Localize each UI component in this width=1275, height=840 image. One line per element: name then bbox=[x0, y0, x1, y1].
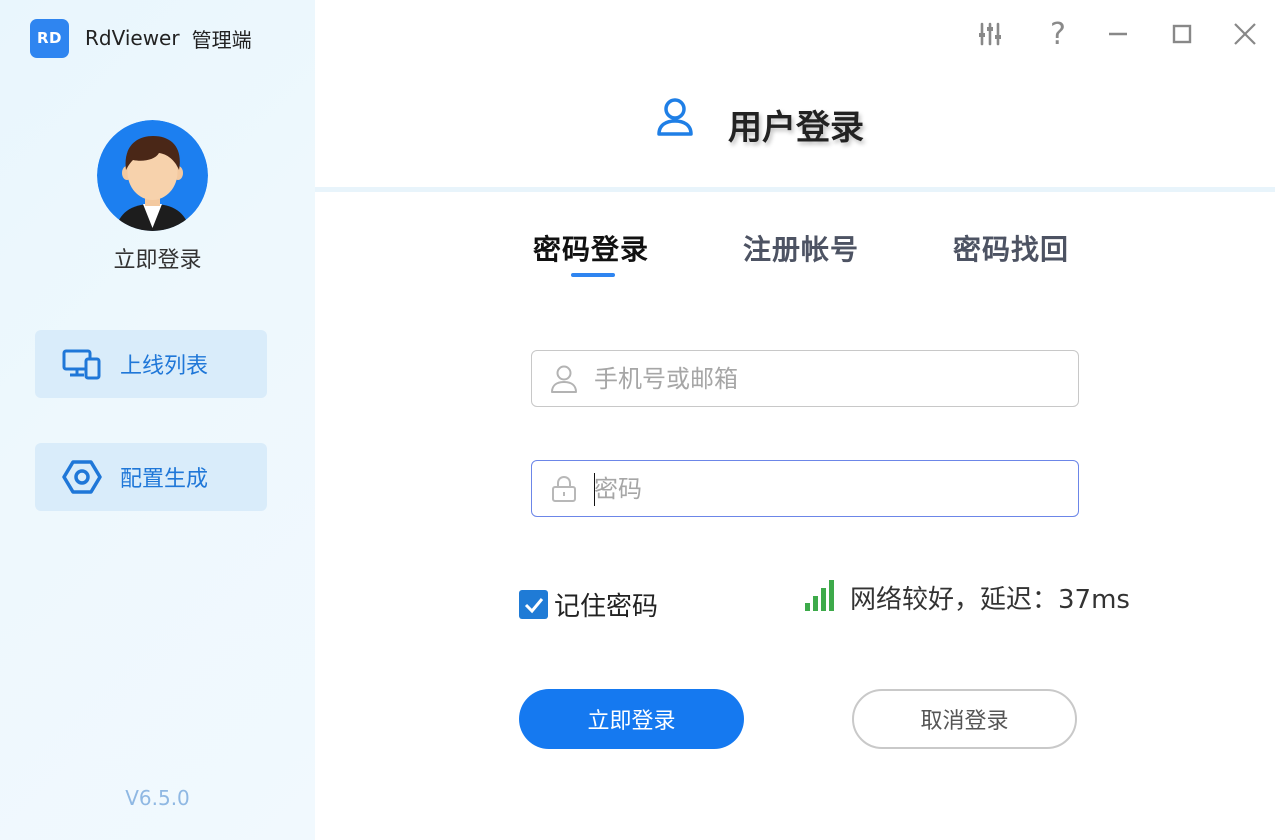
user-icon bbox=[655, 97, 695, 141]
maximize-icon[interactable] bbox=[1162, 14, 1202, 54]
network-status: 网络较好，延迟：37ms bbox=[804, 578, 1130, 616]
active-tab-indicator bbox=[571, 273, 615, 277]
sidebar-item-online-list[interactable]: 上线列表 bbox=[35, 330, 267, 398]
avatar[interactable] bbox=[97, 120, 208, 231]
sidebar-item-config-generate[interactable]: 配置生成 bbox=[35, 443, 267, 511]
app-logo: RD bbox=[30, 18, 69, 58]
version-label: V6.5.0 bbox=[125, 786, 190, 810]
user-outline-icon bbox=[548, 363, 580, 395]
sidebar: RD RdViewer 管理端 立即登录 上线列表 配置生成 V6.5.0 bbox=[0, 0, 315, 840]
help-icon[interactable]: ? bbox=[1038, 14, 1078, 54]
password-field[interactable] bbox=[531, 460, 1079, 517]
tab-password-recovery[interactable]: 密码找回 bbox=[953, 228, 1069, 268]
text-caret bbox=[594, 473, 595, 506]
devices-icon bbox=[61, 346, 103, 382]
app-name: RdViewer bbox=[85, 26, 180, 50]
cancel-login-button[interactable]: 取消登录 bbox=[852, 689, 1077, 749]
checkbox-checked-icon[interactable] bbox=[519, 590, 548, 619]
settings-sliders-icon[interactable] bbox=[970, 14, 1010, 54]
page-header: 用户登录 bbox=[315, 75, 1275, 190]
page-title: 用户登录 bbox=[728, 108, 864, 148]
app-suffix: 管理端 bbox=[191, 27, 252, 52]
avatar-login-link[interactable]: 立即登录 bbox=[0, 242, 315, 274]
tab-register[interactable]: 注册帐号 bbox=[743, 228, 859, 268]
sidebar-item-label: 上线列表 bbox=[120, 354, 209, 379]
account-input[interactable] bbox=[594, 358, 1064, 399]
remember-password-checkbox[interactable]: 记住密码 bbox=[519, 586, 658, 623]
password-input[interactable] bbox=[594, 468, 1064, 509]
sidebar-item-label: 配置生成 bbox=[120, 467, 209, 492]
remember-password-label: 记住密码 bbox=[554, 592, 659, 622]
close-icon[interactable] bbox=[1225, 14, 1265, 54]
header-divider bbox=[315, 187, 1275, 192]
network-status-text: 网络较好，延迟：37ms bbox=[850, 584, 1130, 615]
tab-password-login[interactable]: 密码登录 bbox=[533, 228, 649, 268]
signal-bars-icon bbox=[804, 578, 838, 616]
login-button[interactable]: 立即登录 bbox=[519, 689, 744, 749]
avatar-image-icon bbox=[97, 120, 208, 231]
hexagon-settings-icon bbox=[61, 459, 103, 495]
brand: RD RdViewer 管理端 bbox=[30, 18, 252, 58]
minimize-icon[interactable] bbox=[1098, 14, 1138, 54]
account-field[interactable] bbox=[531, 350, 1079, 407]
lock-icon bbox=[548, 473, 580, 505]
